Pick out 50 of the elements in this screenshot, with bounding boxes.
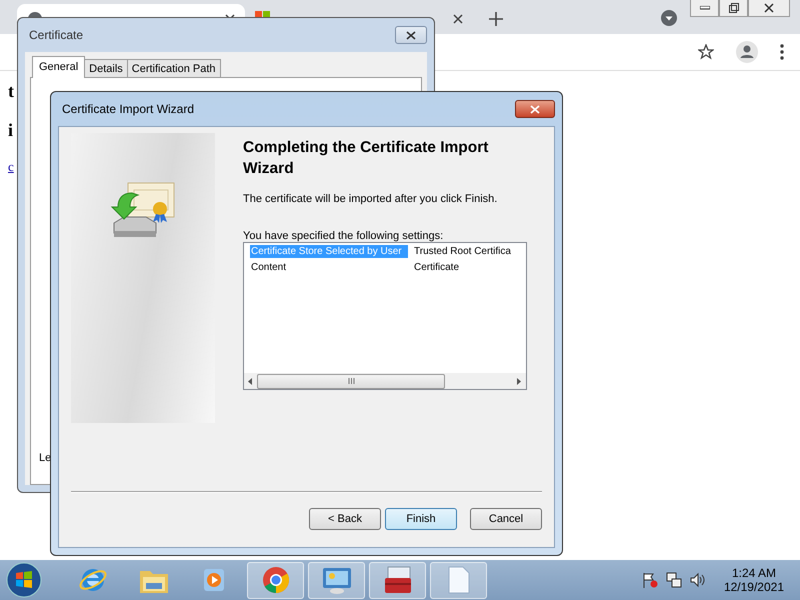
dialog-tab[interactable]: Certification Path (126, 59, 221, 78)
taskbar-app[interactable] (369, 562, 426, 598)
scroll-left-icon[interactable] (248, 378, 253, 384)
star-icon[interactable] (698, 44, 714, 60)
start-button[interactable] (4, 561, 44, 599)
restore-button[interactable] (719, 0, 748, 17)
document-icon (446, 565, 470, 595)
close-button[interactable] (748, 0, 790, 17)
close-icon[interactable] (453, 14, 463, 24)
restore-icon (728, 3, 738, 13)
taskbar-app[interactable] (308, 562, 365, 598)
setting-name[interactable]: Content (250, 261, 408, 274)
close-button[interactable] (515, 100, 555, 118)
setting-value: Trusted Root Certifica (414, 245, 511, 258)
close-icon (764, 3, 774, 13)
network-icon[interactable] (666, 572, 682, 588)
setting-value: Certificate (414, 261, 460, 274)
minimize-button[interactable] (690, 0, 719, 17)
flag-icon[interactable] (642, 572, 658, 588)
new-tab-icon[interactable] (489, 12, 503, 26)
horizontal-scrollbar[interactable] (244, 373, 526, 389)
dialog-tab[interactable]: General (32, 56, 86, 78)
wizard-button[interactable]: Cancel (470, 508, 542, 530)
close-button[interactable] (395, 26, 427, 44)
clock-date: 12/19/2021 (724, 580, 784, 594)
dialog-tab[interactable]: Details (84, 59, 128, 78)
wizard-button[interactable]: Finish (385, 508, 457, 530)
scrollbar-thumb[interactable] (257, 374, 445, 388)
grip-icon (348, 378, 354, 384)
wizard-heading: Completing the Certificate Import Wizard (243, 138, 490, 179)
page-text: i (8, 120, 14, 141)
close-icon (530, 104, 540, 114)
page-text: t (8, 81, 14, 102)
taskbar-app[interactable] (247, 562, 304, 598)
tab-search-icon[interactable] (661, 10, 677, 26)
minimize-icon (700, 6, 710, 10)
menu-icon[interactable] (780, 44, 784, 60)
settings-label: You have specified the following settings: (243, 230, 444, 242)
control-panel-icon (320, 565, 352, 595)
profile-icon[interactable] (736, 41, 758, 63)
wizard-button[interactable]: < Back (309, 508, 381, 530)
dialog-title: Certificate (28, 28, 84, 42)
close-icon (406, 30, 416, 40)
chrome-icon (260, 565, 290, 595)
volume-icon[interactable] (690, 572, 706, 588)
clock-time: 1:24 AM (732, 566, 776, 580)
page-link[interactable]: c (8, 159, 14, 175)
scroll-right-icon[interactable] (517, 378, 522, 384)
window-title: Certificate Import Wizard (61, 102, 194, 116)
wizard-message: The certificate will be imported after you click Finish. (243, 193, 498, 205)
